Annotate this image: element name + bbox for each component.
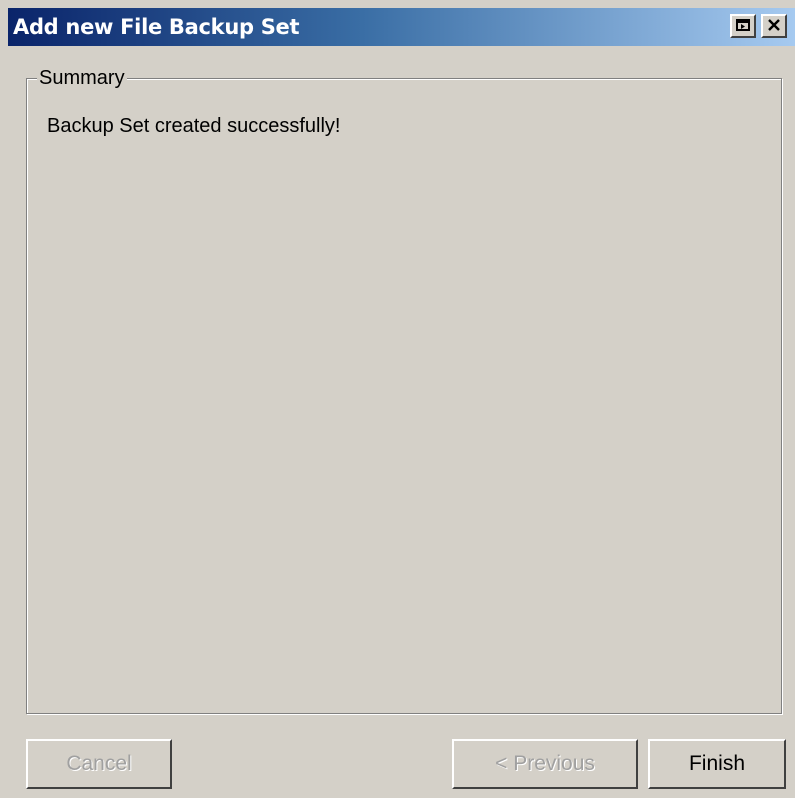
window-title: Add new File Backup Set xyxy=(13,15,300,39)
summary-groupbox: Summary Backup Set created successfully! xyxy=(26,67,782,714)
title-bar[interactable]: Add new File Backup Set xyxy=(8,8,795,46)
summary-message: Backup Set created successfully! xyxy=(47,115,341,137)
close-icon xyxy=(768,18,780,34)
summary-legend: Summary xyxy=(37,67,127,90)
close-button[interactable] xyxy=(761,14,787,38)
cancel-button[interactable]: Cancel xyxy=(26,739,172,789)
previous-button[interactable]: < Previous xyxy=(452,739,638,789)
restore-icon xyxy=(736,18,750,34)
dialog-window: Add new File Backup Set Summary Backup S… xyxy=(8,8,795,798)
finish-button[interactable]: Finish xyxy=(648,739,786,789)
restore-button[interactable] xyxy=(730,14,756,38)
